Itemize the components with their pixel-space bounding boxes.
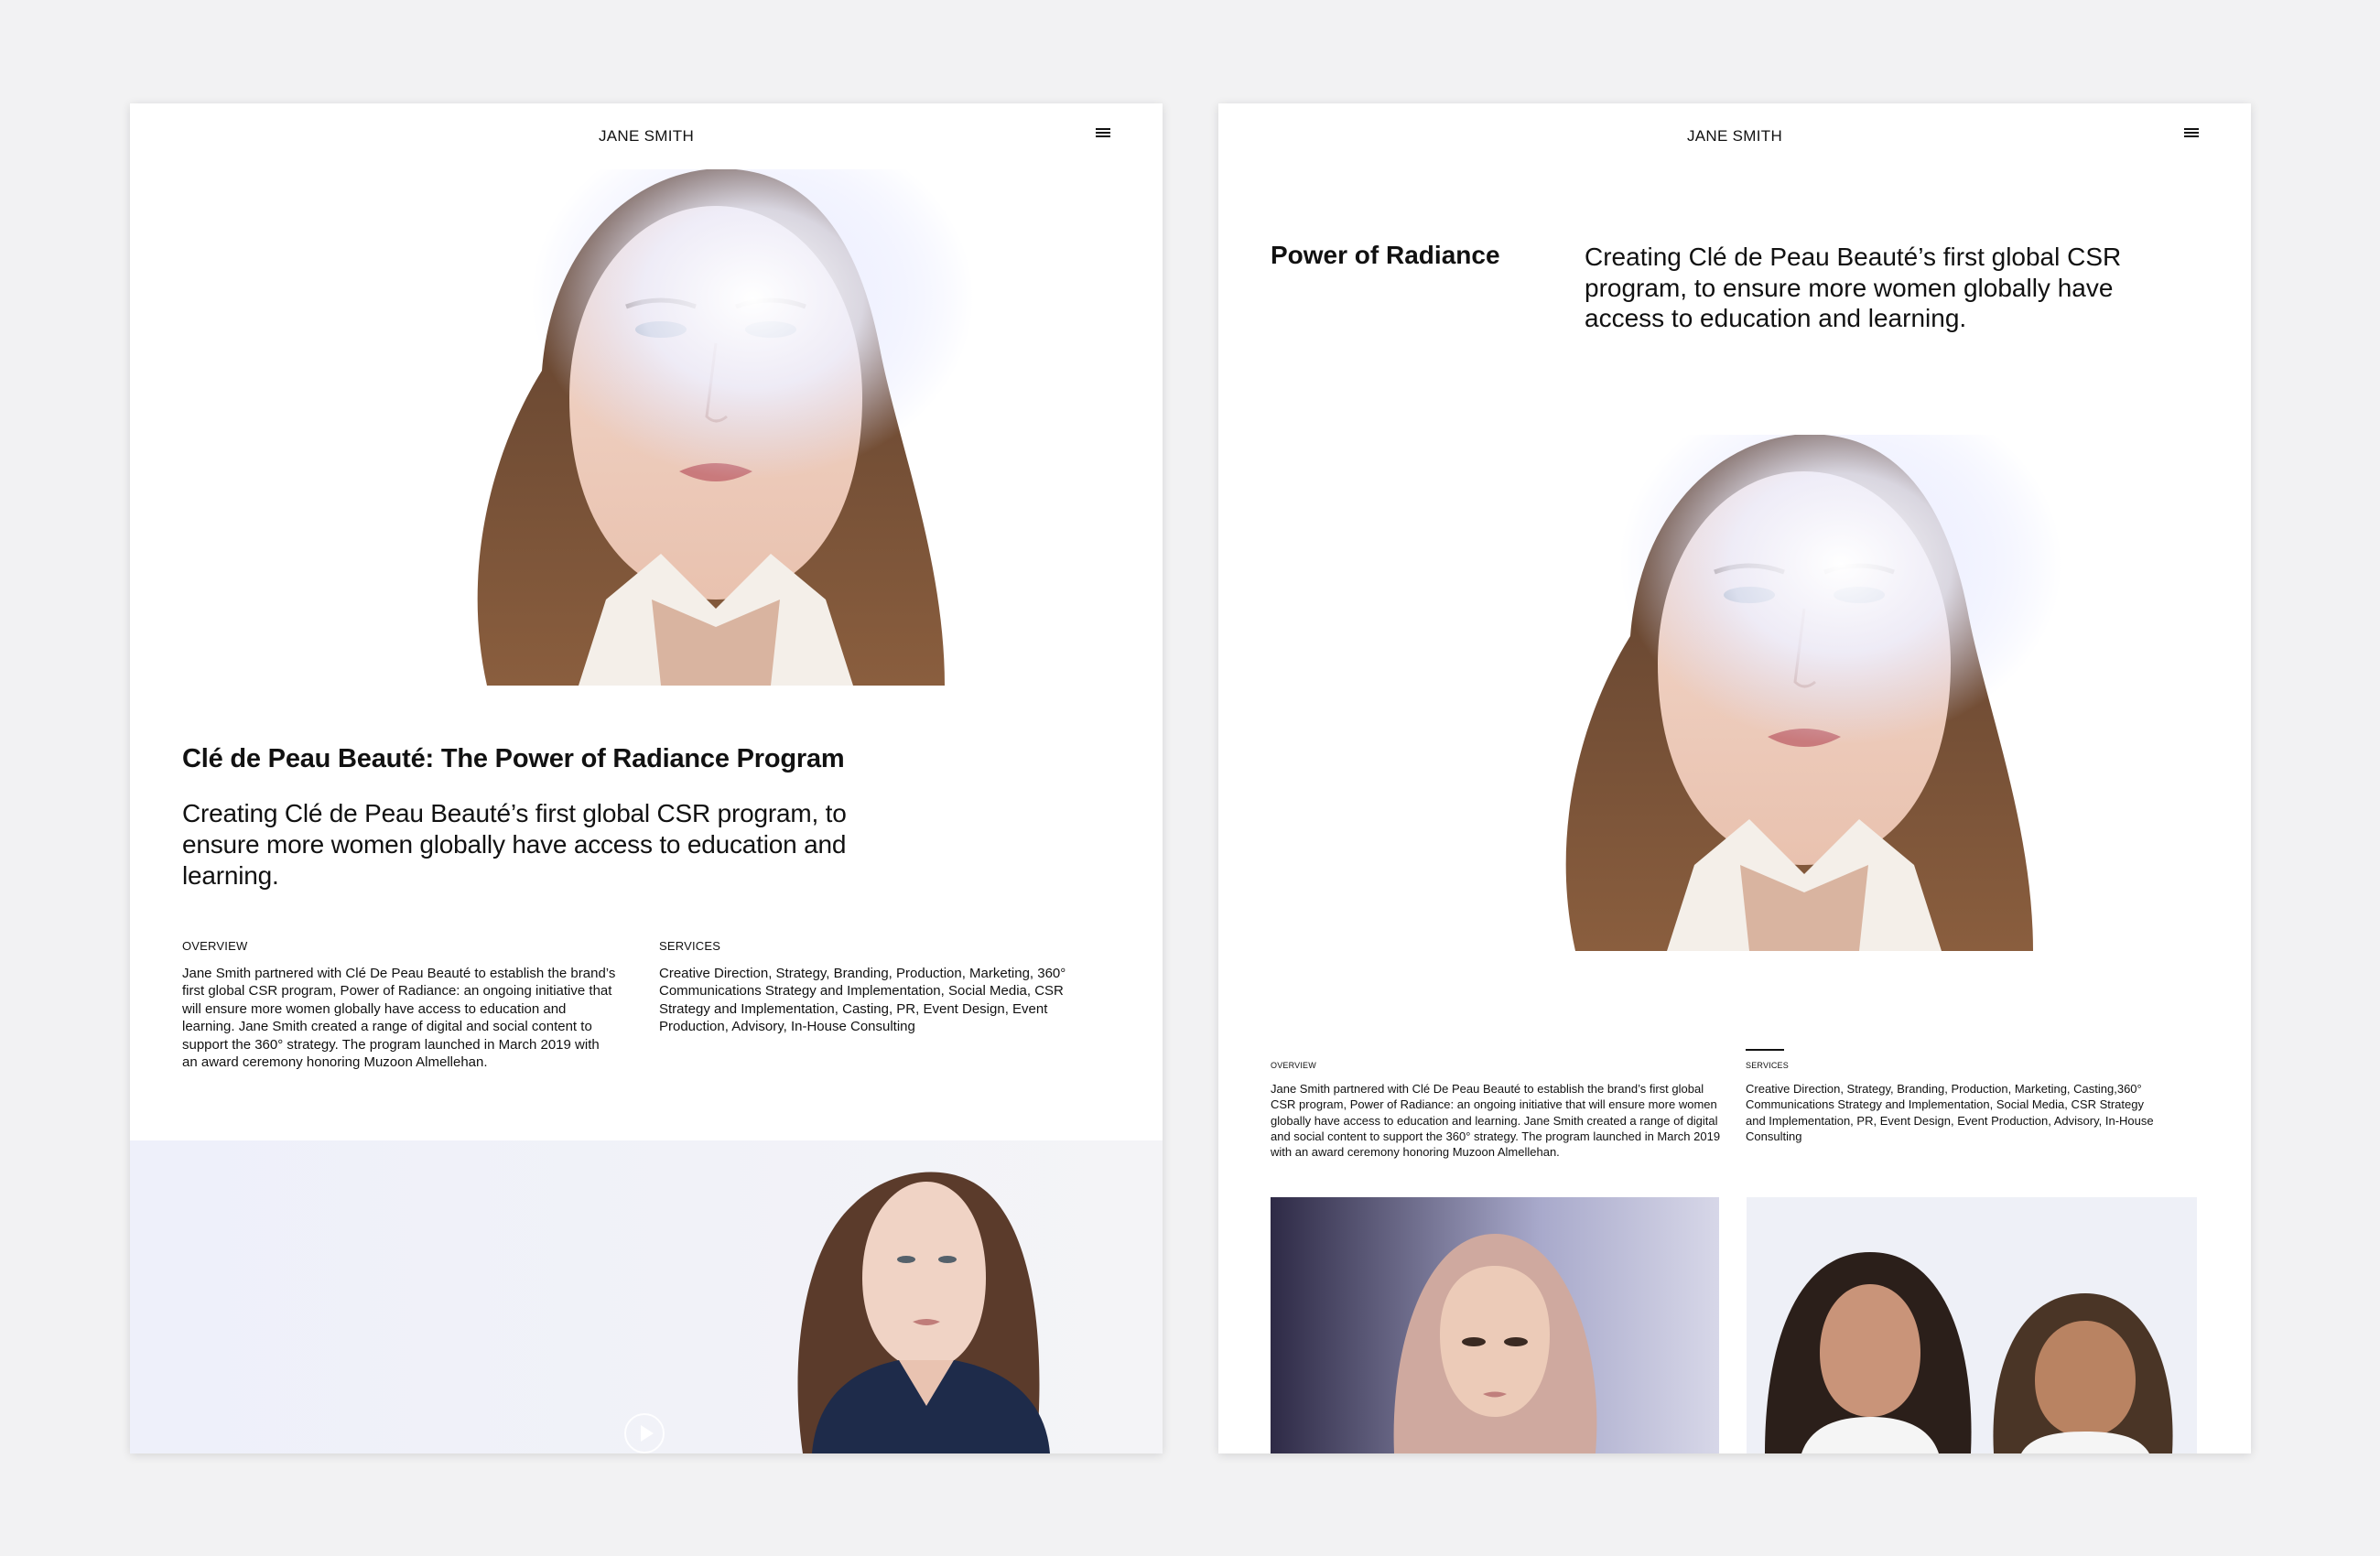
overview-text: Jane Smith partnered with Clé De Peau Be… xyxy=(182,965,616,1071)
services-label: SERVICES xyxy=(659,939,721,953)
overview-section: OVERVIEW Jane Smith partnered with Clé D… xyxy=(1271,1058,1724,1160)
services-divider xyxy=(1746,1049,1784,1051)
site-header: JANE SMITH xyxy=(1218,103,2251,169)
overview-text: Jane Smith partnered with Clé De Peau Be… xyxy=(1271,1082,1721,1160)
play-icon[interactable] xyxy=(624,1413,665,1453)
hero-image xyxy=(386,169,1018,686)
case-study-lede: Creating Clé de Peau Beauté’s first glob… xyxy=(182,799,847,890)
overview-label: OVERVIEW xyxy=(182,939,248,953)
gallery-image-two-women xyxy=(1747,1197,2197,1453)
case-study-page-left: JANE SMITH Clé de Peau Beauté: The Power… xyxy=(130,103,1163,1453)
services-text: Creative Direction, Strategy, Branding, … xyxy=(659,965,1066,1035)
services-section: SERVICES Creative Direction, Strategy, B… xyxy=(659,937,1108,1036)
case-study-page-right: JANE SMITH Power of Radiance Creating Cl… xyxy=(1218,103,2251,1453)
brand-logo[interactable]: JANE SMITH xyxy=(130,127,1163,146)
case-study-title: Clé de Peau Beauté: The Power of Radianc… xyxy=(182,744,845,773)
overview-label: OVERVIEW xyxy=(1271,1061,1316,1070)
brand-logo[interactable]: JANE SMITH xyxy=(1218,127,2251,146)
overview-section: OVERVIEW Jane Smith partnered with Clé D… xyxy=(182,937,617,1072)
hamburger-menu-icon[interactable] xyxy=(1096,126,1110,139)
hero-image xyxy=(1475,435,2106,951)
gallery-image-hijab-portrait xyxy=(1271,1197,1719,1453)
video-thumbnail xyxy=(797,1172,1050,1453)
section-lede: Creating Clé de Peau Beauté’s first glob… xyxy=(1585,243,2122,332)
video-player[interactable] xyxy=(130,1140,1163,1453)
services-label: SERVICES xyxy=(1746,1061,1789,1070)
services-section: SERVICES Creative Direction, Strategy, B… xyxy=(1746,1058,2158,1144)
section-title: Power of Radiance xyxy=(1271,241,1500,269)
site-header: JANE SMITH xyxy=(130,103,1163,169)
services-text: Creative Direction, Strategy, Branding, … xyxy=(1746,1082,2154,1143)
hamburger-menu-icon[interactable] xyxy=(2184,126,2199,139)
